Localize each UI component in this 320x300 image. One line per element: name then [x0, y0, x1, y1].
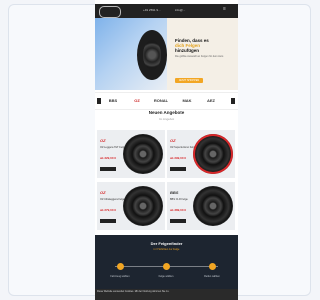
product-name: OZ Superturismo Felge [170, 146, 196, 149]
product-brand: OZ [100, 138, 106, 143]
cookie-banner[interactable]: Diese Website verwendet Cookies. Mit der… [95, 289, 238, 300]
logo[interactable] [99, 6, 121, 18]
phone-number[interactable]: +49 2591 9... [143, 8, 161, 12]
product-price: ab 279,00 € [100, 208, 117, 212]
finder-title: Der Felgenfinder [150, 241, 183, 246]
step-dot[interactable] [209, 263, 216, 270]
carousel-prev-icon[interactable] [97, 98, 101, 104]
hero-subtitle: Die größte Auswahl an Felgen für dein Au… [175, 55, 224, 58]
product-price: ab 329,00 € [100, 156, 117, 160]
product-card[interactable]: OZ OZ Leggera HLT Felge ab 329,00 € [97, 130, 165, 178]
email-link[interactable]: info@... [175, 8, 185, 12]
rim-image [143, 40, 161, 70]
step-label: Felge wählen [158, 275, 174, 278]
hero-car-image [95, 18, 167, 90]
hero-banner: Finden, dass es dich Felgen hinzufügen D… [95, 18, 238, 90]
section-title: Neuen Angebote [148, 110, 185, 115]
section-subtitle: Im Angebot [158, 117, 175, 121]
top-bar: +49 2591 9... info@... ≡ [95, 4, 238, 18]
tire-image [137, 30, 167, 80]
product-button[interactable] [100, 167, 116, 171]
product-name: OZ Leggera HLT Felge [100, 146, 126, 149]
product-name: OZ Ultraleggera Felge [100, 198, 125, 201]
wheel-finder-section: Der Felgenfinder in 3 Schritten zur Felg… [95, 235, 238, 297]
product-button[interactable] [170, 219, 186, 223]
carousel-next-icon[interactable] [231, 98, 235, 104]
brand-logo[interactable]: BBS [105, 96, 121, 106]
product-card[interactable]: BBS BBS CI-R Felge ab 389,00 € [167, 182, 235, 230]
wheel-image [123, 186, 163, 226]
mobile-page: +49 2591 9... info@... ≡ Finden, dass es… [95, 0, 238, 300]
product-brand: BBS [170, 190, 179, 195]
product-button[interactable] [100, 219, 116, 223]
product-brand: OZ [100, 190, 106, 195]
product-button[interactable] [170, 167, 186, 171]
brand-logo[interactable]: RONAL [153, 96, 169, 106]
wheel-image [193, 134, 233, 174]
product-name: BBS CI-R Felge [170, 198, 188, 201]
step-label: Fahrzeug wählen [110, 275, 130, 278]
brand-carousel: BBS OZ RONAL MAK AEZ [95, 92, 238, 110]
step-label: Reifen wählen [204, 275, 220, 278]
brand-logo[interactable]: OZ [129, 96, 145, 106]
brand-logo[interactable]: AEZ [203, 96, 219, 106]
finder-subtitle: in 3 Schritten zur Felge [153, 248, 180, 251]
hero-text: Finden, dass es dich Felgen hinzufügen D… [175, 38, 235, 58]
step-dot[interactable] [163, 263, 170, 270]
hero-title: Finden, dass es dich Felgen hinzufügen [175, 38, 235, 53]
wheel-image [123, 134, 163, 174]
menu-icon[interactable]: ≡ [223, 6, 226, 12]
product-card[interactable]: OZ OZ Superturismo Felge ab 299,00 € [167, 130, 235, 178]
brand-logo[interactable]: MAK [179, 96, 195, 106]
product-brand: OZ [170, 138, 176, 143]
product-card[interactable]: OZ OZ Ultraleggera Felge ab 279,00 € [97, 182, 165, 230]
product-price: ab 389,00 € [170, 208, 187, 212]
hero-shop-button[interactable]: JETZT SHOPPEN [175, 78, 203, 83]
wheel-image [193, 186, 233, 226]
step-dot[interactable] [117, 263, 124, 270]
hero-title-line2: hinzufügen [175, 48, 199, 53]
product-price: ab 299,00 € [170, 156, 187, 160]
